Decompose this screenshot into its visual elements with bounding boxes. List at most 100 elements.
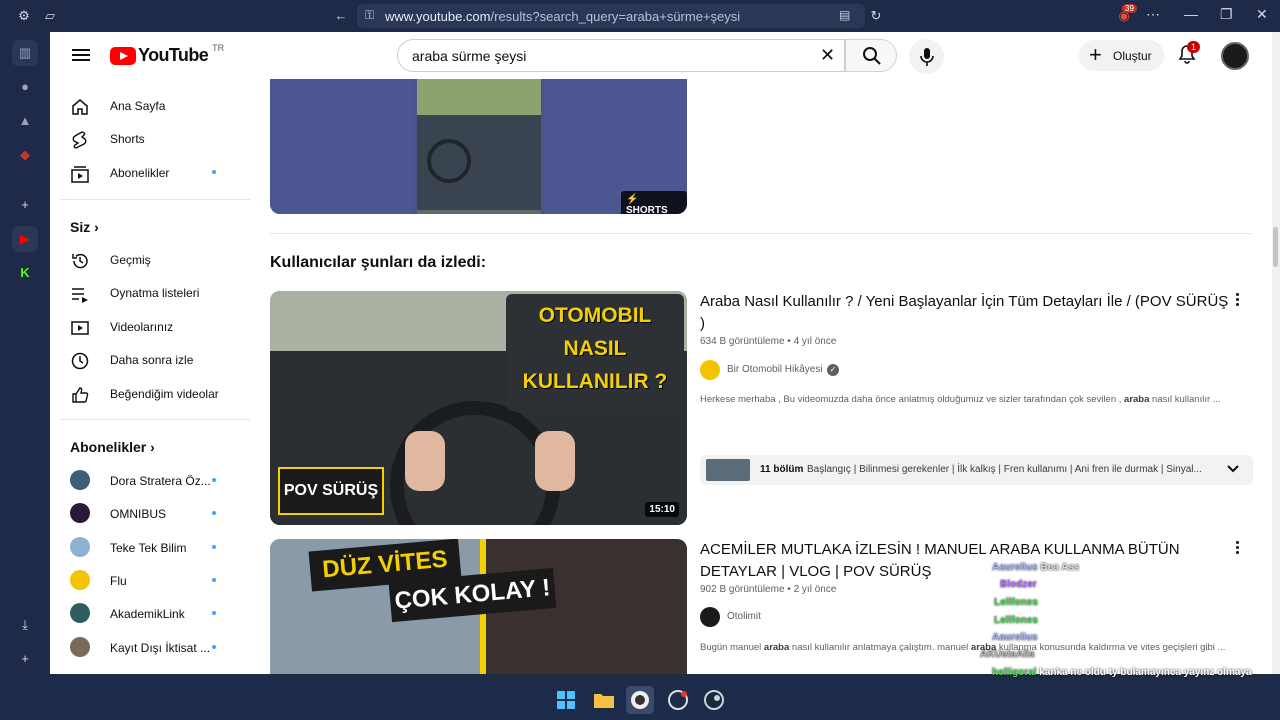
menu-hamburger-icon[interactable] bbox=[72, 46, 90, 64]
more-actions-icon[interactable] bbox=[1234, 291, 1240, 307]
guide-sub-item[interactable]: AkademikLink bbox=[60, 597, 250, 631]
sidebar-app-icon[interactable]: ◆ bbox=[12, 142, 38, 168]
guide-section-subscriptions[interactable]: Abonelikler › bbox=[70, 439, 155, 455]
chevron-right-icon: › bbox=[94, 219, 99, 235]
video-duration: 15:10 bbox=[645, 502, 679, 517]
restore-icon[interactable]: ❐ bbox=[1220, 6, 1233, 23]
sidebar-kick-icon[interactable]: K bbox=[12, 260, 38, 286]
file-explorer-icon[interactable] bbox=[590, 686, 618, 714]
extension-badge: 39 bbox=[1122, 4, 1137, 13]
thumb-text: OTOMOBIL bbox=[538, 304, 652, 327]
notification-count-badge: 1 bbox=[1187, 41, 1201, 53]
browser-toolbar: ⚙ ▱ ← ⚿ www.youtube.com/results?search_q… bbox=[0, 0, 1280, 32]
sidebar-youtube-icon[interactable]: ▶ bbox=[12, 226, 38, 252]
taskbar bbox=[0, 680, 1280, 720]
masthead: YouTube TR araba sürme şeysi ✕ + Oluştur… bbox=[50, 32, 1272, 79]
subscriptions-icon bbox=[71, 166, 89, 183]
voice-search-button[interactable] bbox=[909, 39, 944, 74]
channel-avatar bbox=[70, 503, 90, 523]
sidebar-add-icon[interactable]: + bbox=[12, 646, 38, 672]
thumb-text: NASIL bbox=[563, 337, 627, 360]
guide-item-liked-videos[interactable]: Beğendiğim videolar bbox=[60, 377, 250, 411]
home-icon bbox=[72, 99, 88, 115]
guide-sub-item[interactable]: Flu bbox=[60, 564, 250, 598]
guide-item-playlists[interactable]: Oynatma listeleri bbox=[60, 276, 250, 310]
channel-avatar bbox=[70, 470, 90, 490]
back-icon[interactable]: ← bbox=[333, 8, 349, 24]
shorts-badge: ⚡ SHORTS bbox=[621, 191, 687, 214]
plus-icon: + bbox=[1089, 42, 1102, 67]
collections-icon[interactable]: ▱ bbox=[42, 8, 58, 24]
sidebar-add-icon[interactable]: + bbox=[12, 192, 38, 218]
clear-search-icon[interactable]: ✕ bbox=[820, 45, 835, 66]
sidebar-download-icon[interactable]: ⤓ bbox=[12, 612, 38, 638]
guide-item-your-videos[interactable]: Videolarınız bbox=[60, 310, 250, 344]
minimize-icon[interactable]: — bbox=[1184, 6, 1198, 22]
account-avatar[interactable] bbox=[1221, 42, 1249, 70]
search-input[interactable]: araba sürme şeysi ✕ bbox=[397, 39, 845, 72]
watch-later-icon bbox=[71, 352, 89, 370]
address-bar[interactable]: ⚿ www.youtube.com/results?search_query=a… bbox=[357, 4, 865, 28]
guide-section-you[interactable]: Siz › bbox=[70, 219, 99, 235]
steam-icon[interactable] bbox=[700, 686, 728, 714]
channel-avatar bbox=[70, 537, 90, 557]
video-thumbnail[interactable]: DÜZ VİTES ÇOK KOLAY ! bbox=[270, 539, 687, 674]
short-thumbnail[interactable] bbox=[417, 79, 541, 214]
browser-sidebar: ▥ ● ▲ ◆ + ▶ K ⤓ + bbox=[0, 32, 50, 680]
sidebar-app-icon[interactable]: ▥ bbox=[12, 40, 38, 66]
more-actions-icon[interactable] bbox=[1234, 539, 1240, 555]
new-content-dot bbox=[212, 478, 216, 482]
sidebar-app-icon[interactable]: ▲ bbox=[12, 108, 38, 134]
windows-start-icon[interactable] bbox=[552, 686, 580, 714]
youtube-page: YouTube TR araba sürme şeysi ✕ + Oluştur… bbox=[50, 32, 1272, 674]
guide-item-subscriptions[interactable]: Abonelikler bbox=[60, 156, 250, 190]
site-info-icon[interactable]: ⚿ bbox=[365, 8, 374, 23]
channel-avatar bbox=[70, 637, 90, 657]
video-description: Herkese merhaba , Bu videomuzda daha önc… bbox=[700, 394, 1221, 405]
shorts-shelf[interactable]: ⚡ SHORTS bbox=[270, 79, 687, 214]
browser-settings-icon[interactable]: ⚙ bbox=[16, 8, 32, 24]
section-divider bbox=[270, 233, 1252, 234]
video-thumbnail[interactable]: OTOMOBIL NASIL KULLANILIR ? POV SÜRÜŞ 15… bbox=[270, 291, 687, 525]
channel-avatar bbox=[700, 607, 720, 627]
playlists-icon bbox=[72, 288, 88, 303]
thumb-text: KULLANILIR ? bbox=[522, 370, 668, 393]
guide-sub-item[interactable]: OMNIBUS bbox=[60, 497, 250, 531]
obs-icon[interactable] bbox=[626, 686, 654, 714]
history-icon bbox=[72, 253, 88, 269]
youtube-logo[interactable]: YouTube TR bbox=[110, 43, 224, 66]
chevron-right-icon: › bbox=[150, 439, 155, 455]
channel-avatar bbox=[700, 360, 720, 380]
video-description: Bugün manuel araba nasıl kullanılır anla… bbox=[700, 642, 1226, 653]
chevron-down-icon[interactable] bbox=[1226, 462, 1240, 476]
guide-item-history[interactable]: Geçmiş bbox=[60, 243, 250, 277]
page-scrollbar[interactable] bbox=[1272, 32, 1280, 674]
sidebar-app-icon[interactable]: ● bbox=[12, 74, 38, 100]
youtube-play-icon bbox=[110, 46, 136, 65]
reader-icon[interactable]: ▤ bbox=[839, 8, 850, 22]
guide-sub-item[interactable]: Teke Tek Bilim bbox=[60, 531, 250, 565]
guide-item-shorts[interactable]: Shorts bbox=[60, 122, 250, 156]
menu-icon[interactable]: ⋯ bbox=[1146, 6, 1160, 23]
video-title[interactable]: Araba Nasıl Kullanılır ? / Yeni Başlayan… bbox=[700, 291, 1230, 335]
reload-icon[interactable]: ↻ bbox=[868, 8, 884, 24]
liked-icon bbox=[72, 387, 89, 403]
search-button[interactable] bbox=[845, 39, 897, 72]
chapters-row[interactable]: 11 bölüm Başlangıç | Bilinmesi gerekenle… bbox=[700, 455, 1253, 485]
section-title: Kullanıcılar şunları da izledi: bbox=[270, 254, 487, 271]
guide-item-watch-later[interactable]: Daha sonra izle bbox=[60, 343, 250, 377]
scrollbar-thumb[interactable] bbox=[1273, 227, 1278, 267]
guide-sub-item[interactable]: Kayıt Dışı İktisat ... bbox=[60, 631, 250, 665]
channel-avatar bbox=[70, 570, 90, 590]
new-content-dot bbox=[212, 511, 216, 515]
guide-item-home[interactable]: Ana Sayfa bbox=[60, 89, 250, 123]
microphone-icon bbox=[920, 48, 934, 66]
notifications-button[interactable]: 1 bbox=[1177, 41, 1201, 66]
create-button[interactable]: + Oluştur bbox=[1079, 40, 1164, 71]
short-thumbnail[interactable] bbox=[270, 79, 413, 214]
close-icon[interactable]: ✕ bbox=[1256, 6, 1268, 23]
app-icon[interactable] bbox=[664, 686, 692, 714]
guide-sub-item[interactable]: Dora Stratera Öz... bbox=[60, 464, 250, 498]
new-content-dot bbox=[212, 170, 216, 174]
video-title[interactable]: ACEMİLER MUTLAKA İZLESİN ! MANUEL ARABA … bbox=[700, 539, 1230, 583]
